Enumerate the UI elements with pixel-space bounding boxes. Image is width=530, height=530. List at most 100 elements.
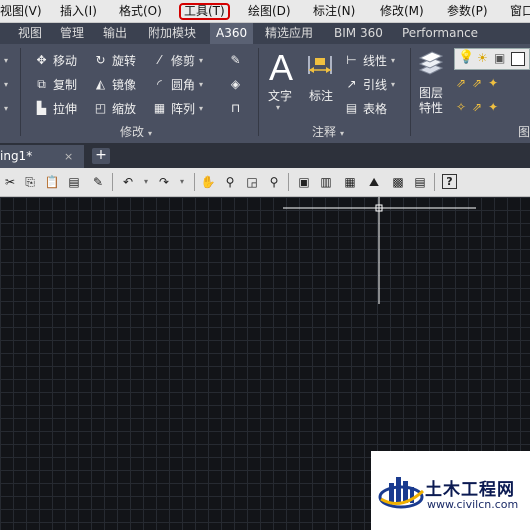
- tab-addins[interactable]: 附加模块: [148, 23, 196, 44]
- mirror-button[interactable]: ◭ 镜像: [93, 74, 136, 94]
- trim-button[interactable]: ⁄ 修剪 ▾: [152, 50, 203, 70]
- tab-bim360[interactable]: BIM 360: [334, 23, 383, 44]
- help-icon[interactable]: ?: [442, 174, 457, 189]
- dimension-icon[interactable]: [306, 52, 334, 82]
- move-button[interactable]: ✥ 移动: [34, 50, 77, 70]
- draw-order-button[interactable]: ✎: [228, 50, 247, 70]
- copy-button[interactable]: ⧉ 复制: [34, 74, 77, 94]
- document-tab-bar: ing1* × +: [0, 143, 530, 168]
- offset-button[interactable]: ⊓: [228, 98, 247, 118]
- redo-dropdown-caret[interactable]: ▾: [174, 174, 190, 190]
- copy-clip-icon[interactable]: ⎘: [22, 174, 38, 190]
- move-label: 移动: [53, 53, 78, 68]
- menu-window[interactable]: 窗口: [508, 3, 530, 20]
- cube-icon: ◈: [230, 76, 241, 91]
- menu-bar: 视图(V) 插入(I) 格式(O) 工具(T) 绘图(D) 标注(N) 修改(M…: [0, 0, 530, 23]
- stretch-button[interactable]: ▙ 拉伸: [34, 98, 77, 118]
- explode-button[interactable]: ◈: [228, 74, 247, 94]
- text-a-icon[interactable]: A: [266, 48, 296, 88]
- tab-featured-apps[interactable]: 精选应用: [265, 23, 313, 44]
- modify-panel-title[interactable]: 修改 ▾: [120, 124, 152, 140]
- array-icon: ▦: [153, 100, 166, 115]
- document-tab[interactable]: ing1* ×: [0, 145, 84, 168]
- menu-parameters[interactable]: 参数(P): [445, 3, 490, 20]
- copy-icon: ⧉: [37, 76, 46, 91]
- zoom-window-icon[interactable]: ◲: [244, 174, 260, 190]
- paste-icon[interactable]: 📋: [44, 174, 60, 190]
- move-icon: ✥: [36, 52, 47, 67]
- tab-output[interactable]: 输出: [103, 23, 127, 44]
- zoom-previous-icon[interactable]: ⚲: [266, 174, 282, 190]
- document-tab-label: ing1*: [0, 149, 33, 163]
- mirror-label: 镜像: [112, 77, 137, 92]
- properties-icon[interactable]: ▣: [296, 174, 312, 190]
- menu-draw[interactable]: 绘图(D): [246, 3, 293, 20]
- layer-properties-label[interactable]: 图层 特性: [419, 86, 449, 116]
- array-dropdown-caret[interactable]: ▾: [199, 104, 203, 113]
- menu-tools[interactable]: 工具(T): [179, 3, 230, 20]
- text-dropdown-caret[interactable]: ▾: [276, 103, 280, 112]
- menu-format[interactable]: 格式(O): [117, 3, 164, 20]
- panel-separator: [20, 48, 21, 136]
- annotation-panel-title[interactable]: 注释 ▾: [312, 124, 344, 140]
- redo-icon[interactable]: ↷: [156, 174, 172, 190]
- layer-tools-row-2[interactable]: ✧⇗✦: [456, 100, 504, 114]
- menu-view[interactable]: 视图(V): [0, 3, 44, 20]
- clipped-dropdown-3[interactable]: ▾: [0, 98, 8, 118]
- tab-view[interactable]: 视图: [18, 23, 42, 44]
- tab-manage[interactable]: 管理: [60, 23, 84, 44]
- scale-button[interactable]: ◰ 缩放: [93, 98, 136, 118]
- calculator-icon[interactable]: ▤: [412, 174, 428, 190]
- watermark-url: www.civilcn.com: [427, 498, 519, 511]
- paste-special-icon[interactable]: ▤: [66, 174, 82, 190]
- zoom-realtime-icon[interactable]: ⚲: [222, 174, 238, 190]
- menu-dimension[interactable]: 标注(N): [311, 3, 357, 20]
- toolbar-separator: [288, 173, 289, 191]
- markup-icon[interactable]: ▩: [390, 174, 406, 190]
- array-button[interactable]: ▦ 阵列 ▾: [152, 98, 203, 118]
- menu-insert[interactable]: 插入(I): [58, 3, 99, 20]
- clipped-dropdown-1[interactable]: ▾: [0, 50, 8, 70]
- linear-button[interactable]: ⊢ 线性 ▾: [344, 50, 395, 70]
- menu-modify[interactable]: 修改(M): [378, 3, 426, 20]
- fillet-button[interactable]: ◜ 圆角 ▾: [152, 74, 203, 94]
- panel-separator: [258, 48, 259, 136]
- close-icon[interactable]: ×: [64, 145, 73, 168]
- toolbar-separator: [434, 173, 435, 191]
- leader-button[interactable]: ↗ 引线 ▾: [344, 74, 395, 94]
- rotate-button[interactable]: ↻ 旋转: [93, 50, 136, 70]
- chevron-down-icon: ▾: [340, 129, 345, 138]
- table-button[interactable]: ▤ 表格: [344, 98, 387, 118]
- clipped-dropdown-2[interactable]: ▾: [0, 74, 8, 94]
- pan-hand-icon[interactable]: ✋: [200, 174, 216, 190]
- leader-dropdown-caret[interactable]: ▾: [391, 80, 395, 89]
- layer-tools-row-1[interactable]: ⇗⇗✦: [456, 76, 504, 90]
- trim-dropdown-caret[interactable]: ▾: [199, 56, 203, 65]
- leader-label: 引线: [363, 77, 388, 92]
- text-label[interactable]: 文字: [268, 87, 292, 104]
- layers-panel-title[interactable]: 图: [518, 124, 530, 140]
- layer-state-dropdown[interactable]: 💡 ☀ ▣: [454, 48, 530, 70]
- toolbar-separator: [194, 173, 195, 191]
- table-icon: ▤: [345, 100, 358, 115]
- fillet-label: 圆角: [171, 77, 196, 92]
- sheet-set-icon[interactable]: ⛰: [366, 174, 382, 190]
- cut-icon[interactable]: ✂: [2, 174, 18, 190]
- color-swatch-icon: [511, 52, 525, 66]
- linear-dropdown-caret[interactable]: ▾: [391, 56, 395, 65]
- copy-label: 复制: [53, 77, 78, 92]
- tool-palettes-icon[interactable]: ▦: [342, 174, 358, 190]
- dimension-label[interactable]: 标注: [309, 87, 333, 104]
- stretch-label: 拉伸: [53, 101, 78, 116]
- design-center-icon[interactable]: ▥: [318, 174, 334, 190]
- fillet-dropdown-caret[interactable]: ▾: [199, 80, 203, 89]
- linear-label: 线性: [363, 53, 388, 68]
- standard-toolbar: ✂ ⎘ 📋 ▤ ✎ ↶ ▾ ↷ ▾ ✋ ⚲ ◲ ⚲ ▣ ▥ ▦ ⛰ ▩ ▤ ?: [0, 168, 530, 197]
- tab-performance[interactable]: Performance: [402, 23, 478, 44]
- tab-a360[interactable]: A360: [210, 23, 254, 44]
- undo-icon[interactable]: ↶: [120, 174, 136, 190]
- match-properties-icon[interactable]: ✎: [90, 174, 106, 190]
- undo-dropdown-caret[interactable]: ▾: [138, 174, 154, 190]
- layers-stack-icon[interactable]: [416, 48, 444, 82]
- new-tab-button[interactable]: +: [92, 148, 110, 164]
